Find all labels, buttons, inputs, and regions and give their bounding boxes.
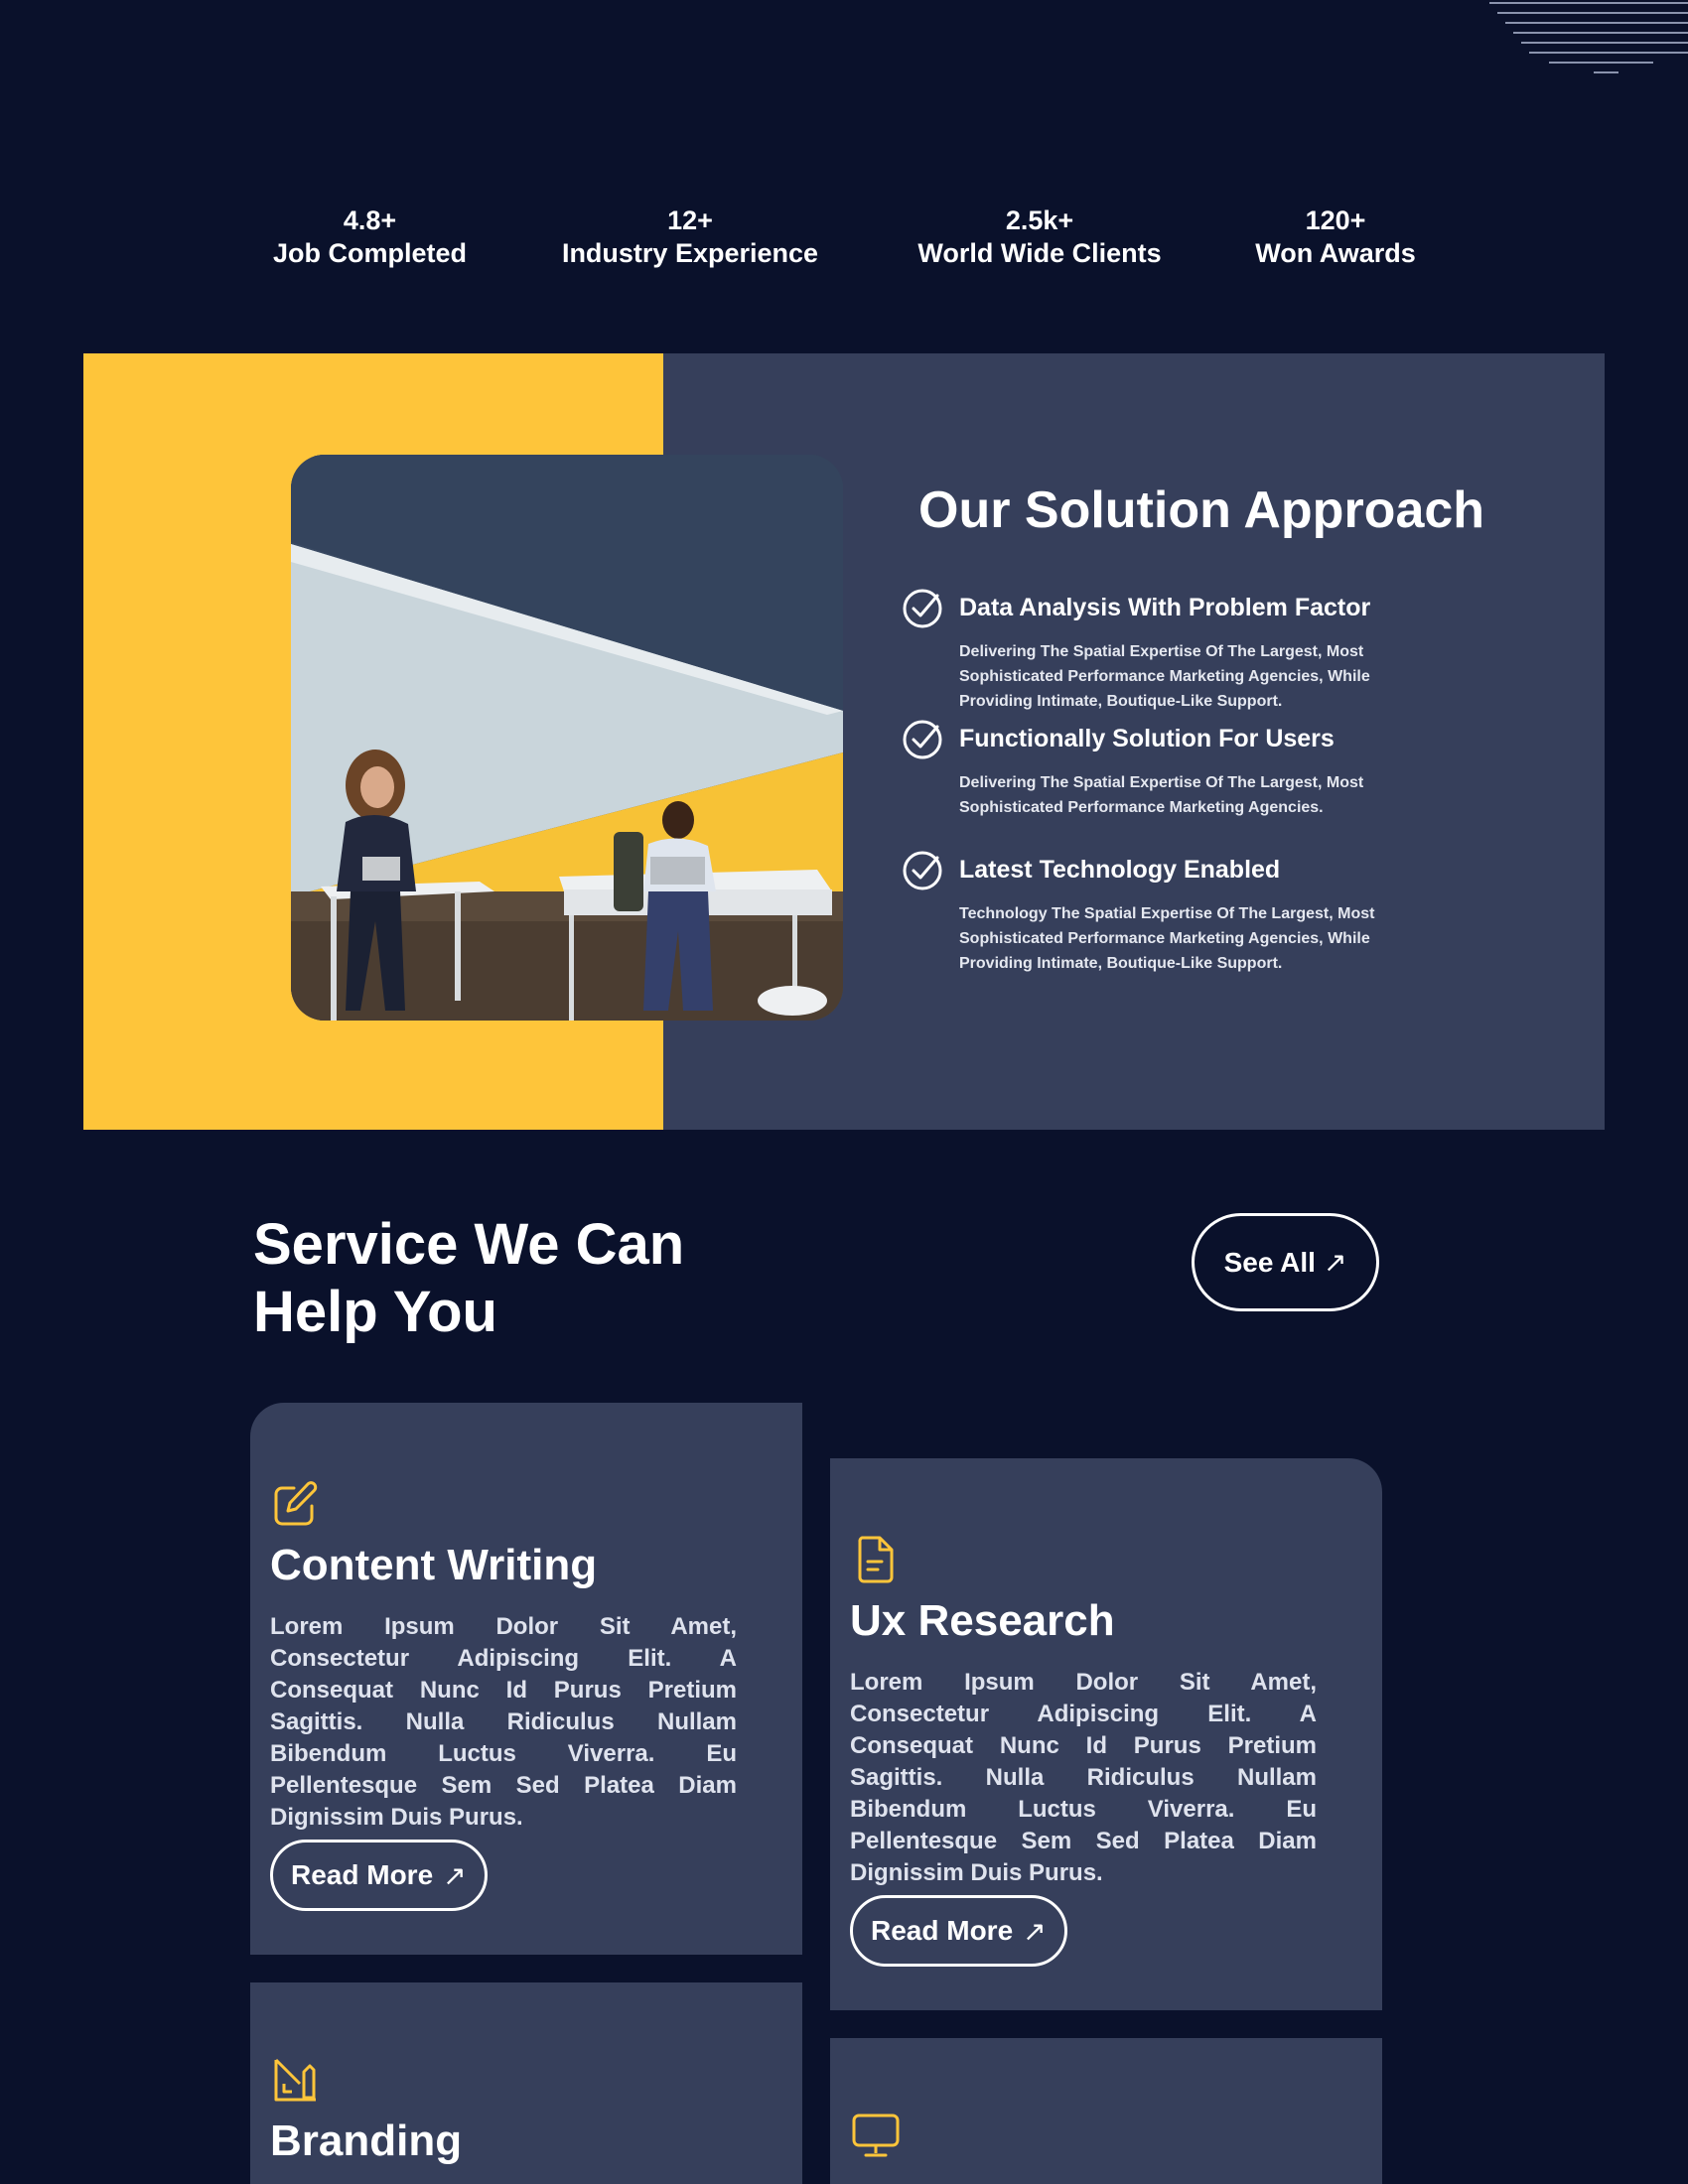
edit-icon [274, 1481, 318, 1526]
read-more-label: Read More [291, 1859, 434, 1890]
arrow-up-right-icon: ↗ [443, 1859, 467, 1891]
solution-section: Our Solution Approach Data Analysis With… [83, 353, 1605, 1130]
stat-label: Industry Experience [561, 238, 819, 268]
read-more-label: Read More [871, 1915, 1014, 1946]
service-card-title: Branding [270, 2116, 463, 2165]
stat-world-wide-clients: 2.5k+ World Wide Clients [906, 205, 1174, 270]
see-all-button[interactable]: See All ↗ [1192, 1213, 1379, 1311]
solution-item-heading: Functionally Solution For Users [959, 725, 1335, 752]
stat-label: Won Awards [1255, 238, 1416, 268]
stat-label: Job Completed [272, 238, 467, 268]
solution-item-text: Delivering The Spatial Expertise Of The … [959, 774, 1364, 816]
service-card-text: Lorem Ipsum Dolor Sit Amet, Consectetur … [270, 1613, 737, 1831]
service-card-title: Ux Research [850, 1596, 1115, 1645]
stat-value: 4.8+ [343, 205, 397, 235]
see-all-label: See All [1223, 1246, 1316, 1278]
check-circle-icon [903, 851, 942, 890]
stat-value: 2.5k+ [1005, 205, 1074, 235]
stat-value: 120+ [1305, 205, 1366, 235]
arrow-up-right-icon: ↗ [1023, 1915, 1047, 1947]
monitor-icon [852, 2114, 900, 2157]
read-more-button[interactable]: Read More ↗ [270, 1840, 488, 1911]
solution-item-functionality: Functionally Solution For Users Deliveri… [902, 719, 1418, 828]
solution-item-data-analysis: Data Analysis With Problem Factor Delive… [902, 588, 1418, 712]
service-card-ux-research[interactable]: Ux Research Lorem Ipsum Dolor Sit Amet, … [830, 1458, 1382, 2010]
check-circle-icon [903, 720, 942, 759]
services-title: Service We Can Help You [253, 1212, 685, 1344]
stat-job-completed: 4.8+ Job Completed [268, 205, 472, 270]
service-card-content-writing[interactable]: Content Writing Lorem Ipsum Dolor Sit Am… [250, 1403, 802, 1955]
solution-title: Our Solution Approach [918, 481, 1485, 539]
solution-item-text: Technology The Spatial Expertise Of The … [959, 905, 1375, 972]
service-card-4[interactable] [830, 2038, 1382, 2184]
check-circle-icon [903, 589, 942, 628]
solution-item-heading: Data Analysis With Problem Factor [959, 594, 1371, 621]
stat-won-awards: 120+ Won Awards [1246, 205, 1425, 270]
arrow-up-right-icon: ↗ [1323, 1247, 1347, 1278]
solution-item-heading: Latest Technology Enabled [959, 856, 1281, 884]
read-more-button[interactable]: Read More ↗ [850, 1895, 1067, 1967]
document-icon [858, 1536, 894, 1583]
solution-item-technology: Latest Technology Enabled Technology The… [902, 850, 1418, 974]
office-photo [291, 455, 843, 1021]
service-card-title: Content Writing [270, 1541, 598, 1589]
design-tools-icon [274, 2058, 316, 2102]
decorative-lines [1489, 2, 1688, 73]
stat-label: World Wide Clients [917, 238, 1162, 268]
service-card-text: Lorem Ipsum Dolor Sit Amet, Consectetur … [850, 1669, 1317, 1886]
service-card-branding[interactable]: Branding [250, 1982, 802, 2184]
solution-item-text: Delivering The Spatial Expertise Of The … [959, 643, 1370, 710]
stat-value: 12+ [667, 205, 713, 235]
stat-industry-experience: 12+ Industry Experience [551, 205, 829, 270]
